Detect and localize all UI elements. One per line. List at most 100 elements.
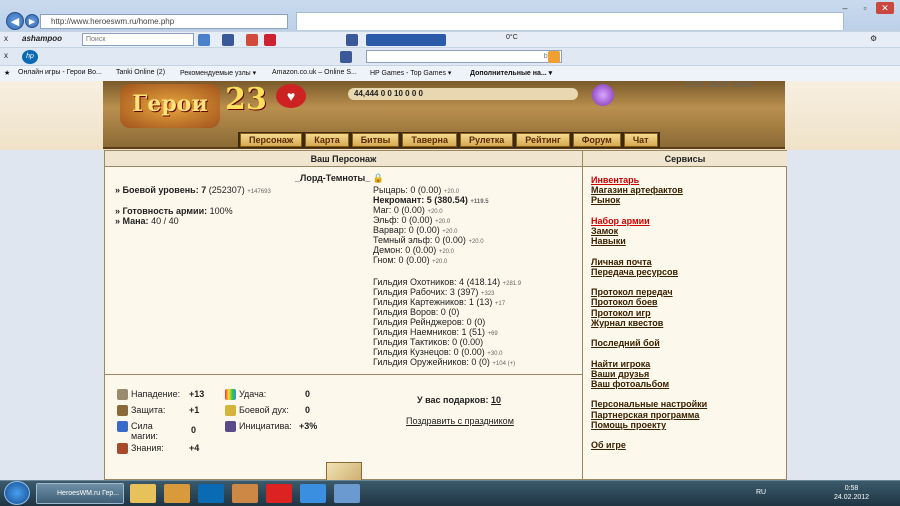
faction-row: Демон: 0 (0.00) +20.0 bbox=[373, 245, 455, 255]
close-toolbar-icon[interactable]: x bbox=[4, 34, 8, 43]
maximize-icon[interactable]: ▫ bbox=[856, 2, 874, 14]
favorites-bar: ★ Онлайн игры - Герои Во... Tanki Online… bbox=[0, 65, 900, 81]
stat-knowledge-value: +4 bbox=[189, 443, 200, 453]
back-button[interactable]: ◀ bbox=[6, 12, 24, 30]
favorite-link[interactable]: Рекомендуемые узлы ▾ bbox=[180, 69, 256, 77]
faction-row: Варвар: 0 (0.00) +20.0 bbox=[373, 225, 458, 235]
search-input[interactable] bbox=[82, 33, 194, 46]
holiday-number: 23 bbox=[225, 82, 267, 117]
menu-item-battles[interactable]: Битвы bbox=[351, 133, 400, 147]
character-panel: Ваш Персонаж _Лорд-Темноты_ 🔒 » Боевой у… bbox=[105, 151, 583, 481]
service-link[interactable]: Магазин артефактов bbox=[591, 185, 683, 195]
army-readiness: » Готовность армии: 100% bbox=[115, 206, 233, 216]
service-link[interactable]: Протокол боев bbox=[591, 297, 658, 307]
menu-item-character[interactable]: Персонаж bbox=[240, 133, 303, 147]
stat-luck: Удача: bbox=[225, 389, 266, 401]
main-panel: Ваш Персонаж _Лорд-Темноты_ 🔒 » Боевой у… bbox=[104, 150, 787, 481]
forward-button[interactable]: ▶ bbox=[25, 14, 39, 28]
gifts-count-link[interactable]: 10 bbox=[491, 395, 501, 405]
address-bar[interactable]: http://www.heroeswm.ru/home.php bbox=[40, 14, 288, 29]
game-menu: Персонаж Карта Битвы Таверна Рулетка Рей… bbox=[238, 132, 660, 148]
toolbar-icon[interactable] bbox=[246, 34, 258, 46]
service-link[interactable]: Протокол игр bbox=[591, 308, 651, 318]
service-link[interactable]: Личная почта bbox=[591, 257, 652, 267]
service-link[interactable]: Журнал квестов bbox=[591, 318, 663, 328]
service-link[interactable]: Найти игрока bbox=[591, 359, 650, 369]
service-link[interactable]: Навыки bbox=[591, 236, 626, 246]
service-link[interactable]: Помощь проекту bbox=[591, 420, 666, 430]
clock[interactable]: 0:58 24.02.2012 bbox=[834, 484, 869, 502]
opera-icon[interactable] bbox=[266, 484, 292, 503]
faction-row: Маг: 0 (0.00) +20.0 bbox=[373, 205, 443, 215]
ie-icon[interactable] bbox=[300, 484, 326, 503]
facebook-icon[interactable] bbox=[346, 34, 358, 46]
service-link[interactable]: Замок bbox=[591, 226, 618, 236]
favorite-link[interactable]: Онлайн игры - Герои Во... bbox=[18, 69, 102, 76]
close-toolbar-icon[interactable]: x bbox=[4, 51, 8, 60]
service-link[interactable]: Об игре bbox=[591, 440, 626, 450]
favorite-link[interactable]: Дополнительные на... ▾ bbox=[470, 69, 552, 77]
hp-icon[interactable] bbox=[198, 484, 224, 503]
service-link[interactable]: Персональные настройки bbox=[591, 399, 707, 409]
facebook-icon[interactable] bbox=[222, 34, 234, 46]
character-name[interactable]: _Лорд-Темноты_ 🔒 bbox=[295, 173, 384, 184]
menu-item-tavern[interactable]: Таверна bbox=[402, 133, 457, 147]
search-icon[interactable] bbox=[548, 51, 560, 63]
wings-icon bbox=[225, 405, 236, 417]
service-link[interactable]: Рынок bbox=[591, 195, 620, 205]
start-button[interactable] bbox=[4, 481, 30, 505]
settings-icon[interactable]: ⚙ bbox=[870, 34, 877, 43]
stat-knowledge: Знания: bbox=[117, 443, 164, 455]
service-link[interactable]: Ваши друзья bbox=[591, 369, 649, 379]
game-logo[interactable]: Герои bbox=[120, 84, 220, 128]
close-icon[interactable]: ✕ bbox=[876, 2, 894, 14]
service-link[interactable]: Партнерская программа bbox=[591, 410, 699, 420]
music-widget[interactable] bbox=[366, 34, 446, 46]
stat-morale: Боевой дух: bbox=[225, 405, 289, 417]
guild-row: Гильдия Наемников: 1 (51) +69 bbox=[373, 327, 498, 337]
service-link[interactable]: Протокол передач bbox=[591, 287, 673, 297]
service-link[interactable]: Набор армии bbox=[591, 216, 650, 226]
stat-defense-value: +1 bbox=[189, 405, 200, 415]
menu-item-roulette[interactable]: Рулетка bbox=[459, 133, 514, 147]
menu-item-chat[interactable]: Чат bbox=[623, 133, 658, 147]
minimize-icon[interactable]: – bbox=[836, 2, 854, 14]
service-link[interactable]: Ваш фотоальбом bbox=[591, 379, 669, 389]
menu-item-map[interactable]: Карта bbox=[305, 133, 349, 147]
favorite-link[interactable]: Tanki Online (2) bbox=[116, 69, 165, 76]
favorite-link[interactable]: HP Games - Top Games ▾ bbox=[370, 69, 451, 77]
favorite-link[interactable]: Amazon.co.uk – Online S... bbox=[272, 69, 357, 76]
stat-attack: Нападение: bbox=[117, 389, 180, 401]
bing-search-input[interactable] bbox=[366, 50, 562, 63]
mail-icon[interactable] bbox=[334, 484, 360, 503]
media-player-icon[interactable] bbox=[164, 484, 190, 503]
congratulate-link[interactable]: Поздравить с праздником bbox=[406, 416, 514, 426]
menu-item-forum[interactable]: Форум bbox=[572, 133, 621, 147]
book-icon bbox=[117, 443, 128, 455]
language-indicator[interactable]: RU bbox=[756, 489, 766, 496]
services-panel-title: Сервисы bbox=[583, 151, 787, 167]
browser-tab[interactable] bbox=[296, 12, 844, 30]
service-link[interactable]: Передача ресурсов bbox=[591, 267, 678, 277]
app-icon[interactable] bbox=[232, 484, 258, 503]
facebook-icon[interactable] bbox=[340, 51, 352, 63]
stat-luck-value: 0 bbox=[305, 389, 311, 399]
wand-icon bbox=[117, 421, 128, 432]
services-panel: Сервисы Инвентарь Магазин артефактов Рынок… bbox=[583, 151, 787, 481]
service-link[interactable]: Инвентарь bbox=[591, 175, 639, 185]
service-link[interactable]: Последний бой bbox=[591, 338, 660, 348]
favorites-star-icon[interactable]: ★ bbox=[4, 69, 10, 77]
stat-initiative-value: +3% bbox=[299, 421, 318, 431]
shield-icon bbox=[117, 405, 128, 417]
guild-row: Гильдия Оружейников: 0 (0) +104 (+) bbox=[373, 357, 516, 367]
toolbar-icon[interactable] bbox=[198, 34, 210, 46]
taskbar-item-browser[interactable]: HeroesWM.ru Гер... bbox=[36, 483, 124, 504]
weather-readout: 0°C bbox=[506, 34, 518, 41]
toolbar-icon[interactable] bbox=[264, 34, 276, 46]
explorer-icon[interactable] bbox=[130, 484, 156, 503]
guild-row: Гильдия Охотников: 4 (418.14) +281.9 bbox=[373, 277, 522, 287]
mana: » Мана: 40 / 40 bbox=[115, 216, 179, 226]
faction-row: Рыцарь: 0 (0.00) +20.0 bbox=[373, 185, 460, 195]
menu-item-rating[interactable]: Рейтинг bbox=[516, 133, 570, 147]
faction-row: Некромант: 5 (380.54) +119.5 bbox=[373, 195, 489, 205]
